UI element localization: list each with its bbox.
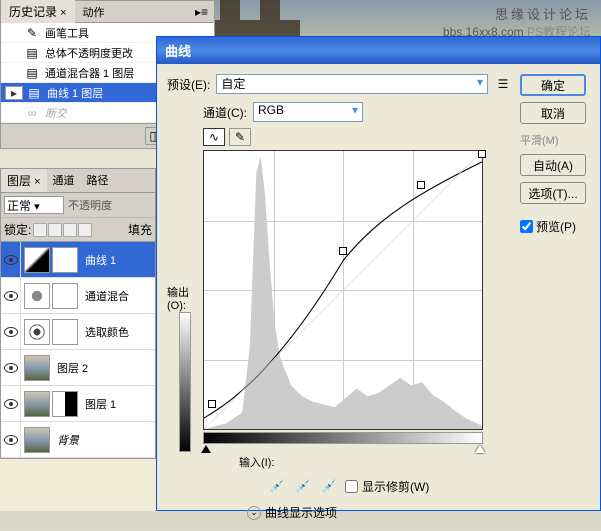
dialog-title: 曲线 xyxy=(157,37,600,64)
visibility-toggle[interactable] xyxy=(1,386,21,422)
eye-icon xyxy=(4,291,18,301)
eye-icon xyxy=(4,399,18,409)
layer-item[interactable]: 图层 2 xyxy=(1,350,155,386)
layer-thumb[interactable] xyxy=(24,391,50,417)
input-label: 输入(I): xyxy=(203,454,483,470)
curve-point[interactable] xyxy=(417,181,425,189)
curve-tool-spline[interactable]: ∿ xyxy=(203,128,225,146)
curve-display-options-toggle[interactable]: ⌄ 曲线显示选项 xyxy=(167,504,512,521)
histogram xyxy=(204,151,482,429)
cancel-button[interactable]: 取消 xyxy=(520,102,586,124)
lock-all-icon[interactable] xyxy=(78,223,92,237)
layer-item[interactable]: 背景 xyxy=(1,422,155,458)
eyedropper-black-icon[interactable]: 💉 xyxy=(267,476,287,496)
layer-thumb[interactable] xyxy=(24,247,50,273)
visibility-toggle[interactable] xyxy=(1,422,21,458)
tab-history[interactable]: 历史记录 × xyxy=(1,0,75,23)
mask-thumb[interactable] xyxy=(52,319,78,345)
doc-icon: ▤ xyxy=(23,45,41,61)
eye-icon xyxy=(4,363,18,373)
lock-position-icon[interactable] xyxy=(63,223,77,237)
curve-point[interactable] xyxy=(208,400,216,408)
layer-thumb[interactable] xyxy=(24,283,50,309)
lock-transparent-icon[interactable] xyxy=(33,223,47,237)
blend-mode-select[interactable]: 正常 ▾ xyxy=(4,196,64,214)
tab-actions[interactable]: 动作 xyxy=(75,1,113,23)
blend-mode-row: 正常 ▾ 不透明度 xyxy=(1,193,155,218)
smooth-button: 平滑(M) xyxy=(520,132,590,148)
tab-layers[interactable]: 图层 × xyxy=(1,169,47,192)
input-gradient[interactable] xyxy=(203,432,483,444)
visibility-toggle[interactable] xyxy=(1,350,21,386)
curve-point[interactable] xyxy=(339,247,347,255)
lock-image-icon[interactable] xyxy=(48,223,62,237)
curve-point[interactable] xyxy=(478,150,486,158)
layers-list: 曲线 1 通道混合 选取颜色 图层 2 图层 1 背景 xyxy=(1,242,155,458)
doc-icon: ▤ xyxy=(23,65,41,81)
doc-icon: ▤ xyxy=(25,85,43,101)
tab-paths[interactable]: 路径 xyxy=(81,169,115,192)
mask-thumb[interactable] xyxy=(52,247,78,273)
lock-label: 锁定: xyxy=(4,221,31,238)
auto-button[interactable]: 自动(A) xyxy=(520,154,586,176)
chevron-icon: ⌄ xyxy=(247,506,261,520)
channel-label: 通道(C): xyxy=(203,104,247,121)
layer-item[interactable]: 通道混合 xyxy=(1,278,155,314)
fill-label: 填充 xyxy=(128,221,152,238)
layer-item[interactable]: 选取颜色 xyxy=(1,314,155,350)
eye-icon xyxy=(4,327,18,337)
eyedropper-white-icon[interactable]: 💉 xyxy=(319,476,339,496)
layer-item[interactable]: 曲线 1 xyxy=(1,242,155,278)
black-point-slider[interactable] xyxy=(201,445,211,453)
mask-thumb[interactable] xyxy=(52,283,78,309)
brush-icon: ✎ xyxy=(23,25,41,41)
layer-thumb[interactable] xyxy=(24,355,50,381)
tab-channels[interactable]: 通道 xyxy=(47,169,81,192)
layer-thumb[interactable] xyxy=(24,319,50,345)
preset-label: 预设(E): xyxy=(167,76,210,93)
link-icon: ∞ xyxy=(23,105,41,121)
curve-tool-pencil[interactable]: ✎ xyxy=(229,128,251,146)
opacity-label: 不透明度 xyxy=(68,197,112,213)
visibility-toggle[interactable] xyxy=(1,242,21,278)
output-label: 输出(O): xyxy=(167,284,203,312)
mask-thumb[interactable] xyxy=(52,391,78,417)
visibility-toggle[interactable] xyxy=(1,314,21,350)
white-point-slider[interactable] xyxy=(475,445,485,453)
preview-checkbox[interactable]: 预览(P) xyxy=(520,218,590,235)
layer-item[interactable]: 图层 1 xyxy=(1,386,155,422)
channel-select[interactable]: RGB▾ xyxy=(253,102,363,122)
eyedropper-gray-icon[interactable]: 💉 xyxy=(293,476,313,496)
watermark: 思缘设计论坛 bbs.16xx8.com PS教程论坛 xyxy=(443,4,591,40)
eye-icon xyxy=(4,435,18,445)
ok-button[interactable]: 确定 xyxy=(520,74,586,96)
history-tabs: 历史记录 × 动作 ▸≡ xyxy=(1,1,214,23)
layers-panel: 图层 × 通道 路径 正常 ▾ 不透明度 锁定: 填充 曲线 1 通道混合 xyxy=(0,168,156,459)
options-button[interactable]: 选项(T)... xyxy=(520,182,586,204)
preset-select[interactable]: 自定▾ xyxy=(216,74,488,94)
curves-dialog: 曲线 预设(E): 自定▾ ☰ 通道(C): RGB▾ ∿ ✎ xyxy=(156,36,601,511)
lock-row: 锁定: 填充 xyxy=(1,218,155,242)
show-clip-checkbox[interactable]: 显示修剪(W) xyxy=(345,478,429,495)
preset-menu-icon[interactable]: ☰ xyxy=(494,75,512,93)
eye-icon xyxy=(4,255,18,265)
output-gradient xyxy=(179,312,191,452)
visibility-toggle[interactable] xyxy=(1,278,21,314)
layer-thumb[interactable] xyxy=(24,427,50,453)
panel-menu-icon[interactable]: ▸≡ xyxy=(189,5,214,19)
curves-graph[interactable] xyxy=(203,150,483,430)
layers-tabs: 图层 × 通道 路径 xyxy=(1,169,155,193)
